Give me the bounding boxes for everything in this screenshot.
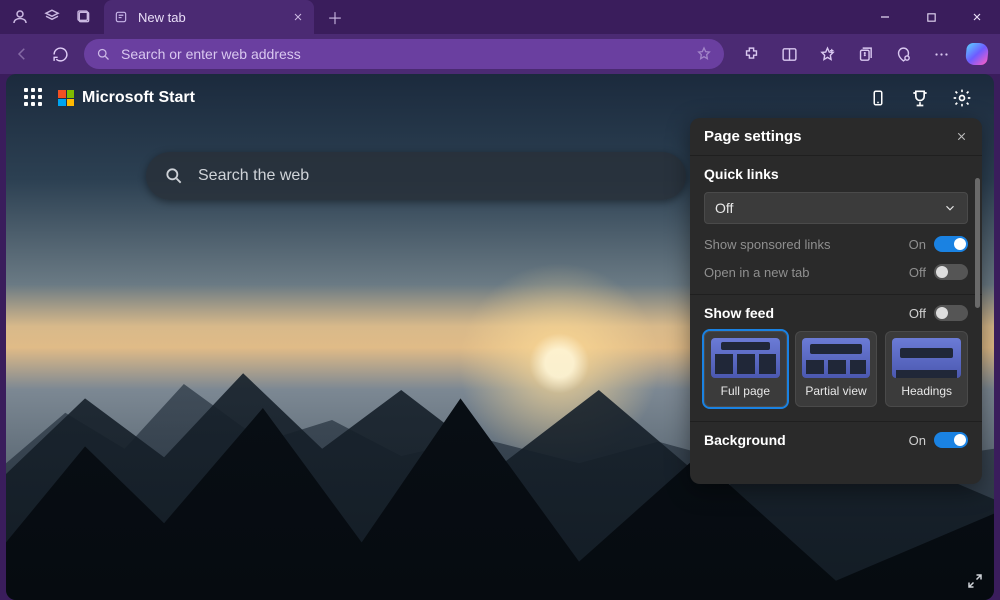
panel-body: Quick links Off Show sponsored links On … — [690, 156, 982, 484]
window-maximize-button[interactable] — [908, 0, 954, 34]
profile-icon[interactable] — [10, 7, 30, 27]
mobile-icon[interactable] — [864, 84, 892, 112]
brand-label: Microsoft Start — [82, 89, 195, 107]
titlebar-left — [0, 7, 94, 27]
panel-title: Page settings — [704, 128, 802, 145]
microsoft-start-brand[interactable]: Microsoft Start — [58, 89, 195, 107]
split-screen-icon[interactable] — [776, 40, 802, 68]
feed-option-full[interactable]: Full page — [704, 331, 787, 407]
nav-refresh-button[interactable] — [46, 40, 74, 68]
row-sponsored-links: Show sponsored links On — [704, 236, 968, 252]
feed-option-headings[interactable]: Headings — [885, 331, 968, 407]
page-search-placeholder: Search the web — [198, 167, 309, 185]
sponsored-state: On — [909, 237, 926, 252]
expand-icon[interactable] — [966, 572, 984, 590]
panel-header: Page settings — [690, 118, 982, 156]
tab-close-button[interactable] — [292, 11, 304, 23]
section-background: Background On — [690, 421, 982, 472]
favorite-star-icon[interactable] — [696, 46, 712, 62]
nav-back-button[interactable] — [8, 40, 36, 68]
panel-scrollbar[interactable] — [975, 178, 980, 308]
page-header: Microsoft Start — [24, 84, 976, 112]
sponsored-label: Show sponsored links — [704, 237, 830, 252]
panel-close-button[interactable] — [955, 130, 968, 143]
search-icon — [164, 166, 184, 186]
copilot-icon[interactable] — [965, 43, 989, 65]
feed-thumb-icon — [711, 338, 780, 378]
tab-page-icon — [114, 10, 128, 24]
sponsored-toggle[interactable] — [934, 236, 968, 252]
new-tab-page: Microsoft Start Search the web Page sett… — [6, 74, 994, 600]
window-controls — [862, 0, 1000, 34]
toolbar-right-icons — [734, 40, 992, 68]
background-state: On — [909, 433, 926, 448]
row-open-new-tab: Open in a new tab Off — [704, 264, 968, 280]
background-toggle[interactable] — [934, 432, 968, 448]
feed-toggle[interactable] — [934, 305, 968, 321]
feed-option-partial[interactable]: Partial view — [795, 331, 878, 407]
page-search-box[interactable]: Search the web — [146, 152, 686, 200]
browser-toolbar: Search or enter web address — [0, 34, 1000, 74]
feed-option-label: Partial view — [805, 384, 866, 398]
newtab-label: Open in a new tab — [704, 265, 810, 280]
tab-actions-icon[interactable] — [74, 7, 94, 27]
background-title: Background — [704, 432, 786, 448]
more-menu-icon[interactable] — [928, 40, 954, 68]
rewards-icon[interactable] — [906, 84, 934, 112]
search-icon — [96, 47, 111, 62]
window-titlebar: New tab ＋ — [0, 0, 1000, 34]
feed-title: Show feed — [704, 305, 774, 321]
quick-links-title: Quick links — [704, 166, 968, 182]
feed-option-label: Full page — [721, 384, 770, 398]
favorites-icon[interactable] — [814, 40, 840, 68]
app-launcher-icon[interactable] — [24, 88, 44, 108]
new-tab-button[interactable]: ＋ — [320, 5, 350, 29]
window-close-button[interactable] — [954, 0, 1000, 34]
quick-links-value: Off — [715, 200, 733, 216]
feed-layout-options: Full page Partial view Headings — [704, 331, 968, 407]
window-minimize-button[interactable] — [862, 0, 908, 34]
feed-state: Off — [909, 306, 926, 321]
tab-title: New tab — [138, 10, 186, 25]
chevron-down-icon — [943, 201, 957, 215]
extensions-icon[interactable] — [738, 40, 764, 68]
newtab-state: Off — [909, 265, 926, 280]
section-quick-links: Quick links Off Show sponsored links On … — [690, 156, 982, 294]
quick-links-select[interactable]: Off — [704, 192, 968, 224]
section-show-feed: Show feed Off Full page Partial view Hea… — [690, 294, 982, 421]
feed-thumb-icon — [802, 338, 871, 378]
page-settings-icon[interactable] — [948, 84, 976, 112]
address-bar[interactable]: Search or enter web address — [84, 39, 724, 69]
browser-essentials-icon[interactable] — [890, 40, 916, 68]
feed-thumb-icon — [892, 338, 961, 378]
collections-icon[interactable] — [852, 40, 878, 68]
browser-tab[interactable]: New tab — [104, 0, 314, 34]
workspaces-icon[interactable] — [42, 7, 62, 27]
page-settings-panel: Page settings Quick links Off Show spons… — [690, 118, 982, 484]
feed-option-label: Headings — [901, 384, 952, 398]
microsoft-logo-icon — [58, 90, 74, 106]
newtab-toggle[interactable] — [934, 264, 968, 280]
address-placeholder: Search or enter web address — [121, 46, 686, 62]
